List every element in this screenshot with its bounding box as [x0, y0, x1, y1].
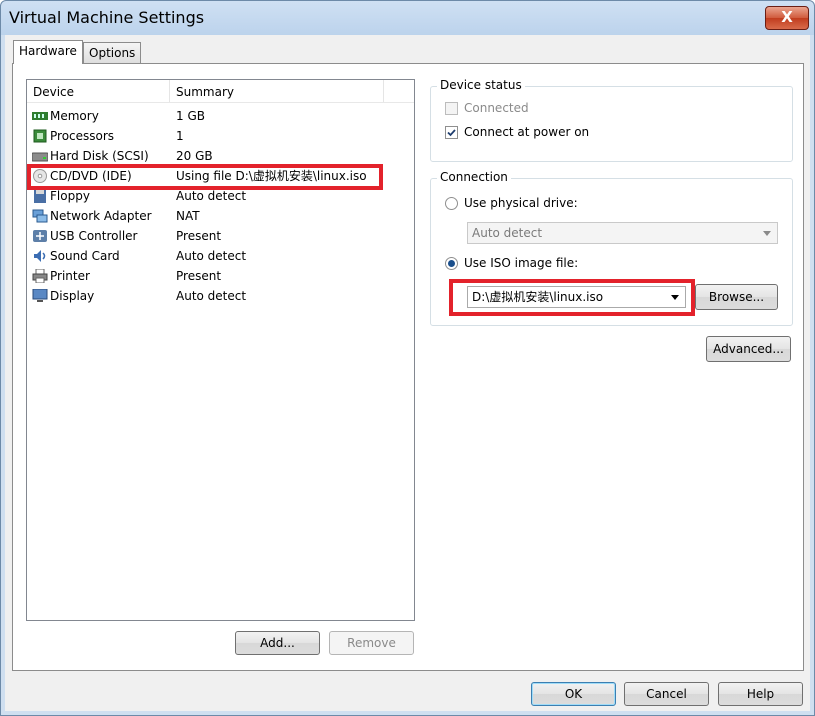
device-summary: Present: [176, 229, 222, 243]
hardware-panel: Device Summary Memory 1 GB Processors 1 …: [12, 63, 804, 671]
connection-group: Connection Use physical drive: Auto dete…: [430, 170, 793, 326]
advanced-button[interactable]: Advanced...: [706, 336, 791, 362]
sound-card-icon: [34, 250, 46, 262]
device-summary: Auto detect: [176, 249, 247, 263]
device-row-network-adapter[interactable]: Network Adapter NAT: [27, 206, 414, 226]
connect-at-power-on-checkbox[interactable]: [445, 126, 458, 139]
use-physical-drive-radio[interactable]: [445, 197, 458, 210]
remove-button[interactable]: Remove: [329, 631, 414, 655]
browse-button[interactable]: Browse...: [695, 284, 778, 310]
device-row-printer[interactable]: Printer Present: [27, 266, 414, 286]
connected-checkbox[interactable]: [445, 102, 458, 115]
iso-path-highlight-box: [449, 279, 695, 316]
hard-disk-icon: [32, 152, 48, 162]
device-summary: NAT: [176, 209, 200, 223]
use-physical-drive-label: Use physical drive:: [464, 196, 578, 210]
device-row-usb-controller[interactable]: USB Controller Present: [27, 226, 414, 246]
device-name: Hard Disk (SCSI): [50, 149, 149, 163]
device-name: USB Controller: [50, 229, 138, 243]
device-name: Printer: [50, 269, 90, 283]
display-icon: [32, 289, 48, 302]
window-title: Virtual Machine Settings: [9, 8, 205, 27]
tab-options[interactable]: Options: [83, 42, 142, 63]
checkmark-icon: [447, 129, 456, 137]
network-adapter-icon: [32, 209, 48, 223]
processor-icon: [33, 129, 47, 143]
column-header-summary[interactable]: Summary: [170, 80, 384, 102]
device-row-hard-disk[interactable]: Hard Disk (SCSI) 20 GB: [27, 146, 414, 166]
device-summary: 1: [176, 129, 184, 143]
connection-label: Connection: [437, 170, 511, 184]
memory-icon: [32, 112, 48, 120]
physical-drive-value: Auto detect: [472, 226, 543, 240]
header-divider: [27, 102, 414, 103]
device-name: Processors: [50, 129, 115, 143]
floppy-icon: [34, 189, 46, 203]
device-status-label: Device status: [437, 78, 525, 92]
use-iso-image-label: Use ISO image file:: [464, 256, 579, 270]
cancel-button[interactable]: Cancel: [624, 682, 709, 706]
device-row-processors[interactable]: Processors 1: [27, 126, 414, 146]
device-list[interactable]: Device Summary Memory 1 GB Processors 1 …: [26, 79, 415, 621]
device-row-display[interactable]: Display Auto detect: [27, 286, 414, 306]
device-row-memory[interactable]: Memory 1 GB: [27, 106, 414, 126]
device-row-sound-card[interactable]: Sound Card Auto detect: [27, 246, 414, 266]
printer-icon: [32, 269, 48, 283]
dialog-client: Hardware Options Device Summary Memory 1…: [5, 35, 810, 711]
device-summary: 1 GB: [176, 109, 205, 123]
connect-at-power-on-label: Connect at power on: [464, 125, 590, 139]
add-button[interactable]: Add...: [235, 631, 320, 655]
device-name: Sound Card: [50, 249, 120, 263]
device-name: Display: [50, 289, 95, 303]
cd-dvd-highlight-box: [27, 164, 383, 190]
device-name: Network Adapter: [50, 209, 152, 223]
connected-label: Connected: [464, 101, 529, 115]
device-summary: 20 GB: [176, 149, 213, 163]
tab-hardware[interactable]: Hardware: [13, 40, 83, 64]
close-button[interactable]: X: [765, 6, 809, 30]
vm-settings-window: Virtual Machine Settings X Hardware Opti…: [0, 0, 815, 716]
ok-button[interactable]: OK: [531, 682, 616, 706]
device-name: Memory: [50, 109, 99, 123]
title-bar[interactable]: Virtual Machine Settings X: [1, 1, 814, 35]
device-summary: Auto detect: [176, 289, 247, 303]
device-status-group: Device status Connected Connect at power…: [430, 78, 793, 162]
usb-icon: [33, 230, 47, 242]
radio-selected-dot: [448, 260, 455, 267]
device-summary: Present: [176, 269, 222, 283]
use-iso-image-radio[interactable]: [445, 257, 458, 270]
help-button[interactable]: Help: [718, 682, 803, 706]
dropdown-arrow-icon: [763, 231, 771, 236]
column-header-device[interactable]: Device: [27, 80, 170, 102]
physical-drive-select[interactable]: Auto detect: [467, 222, 778, 244]
